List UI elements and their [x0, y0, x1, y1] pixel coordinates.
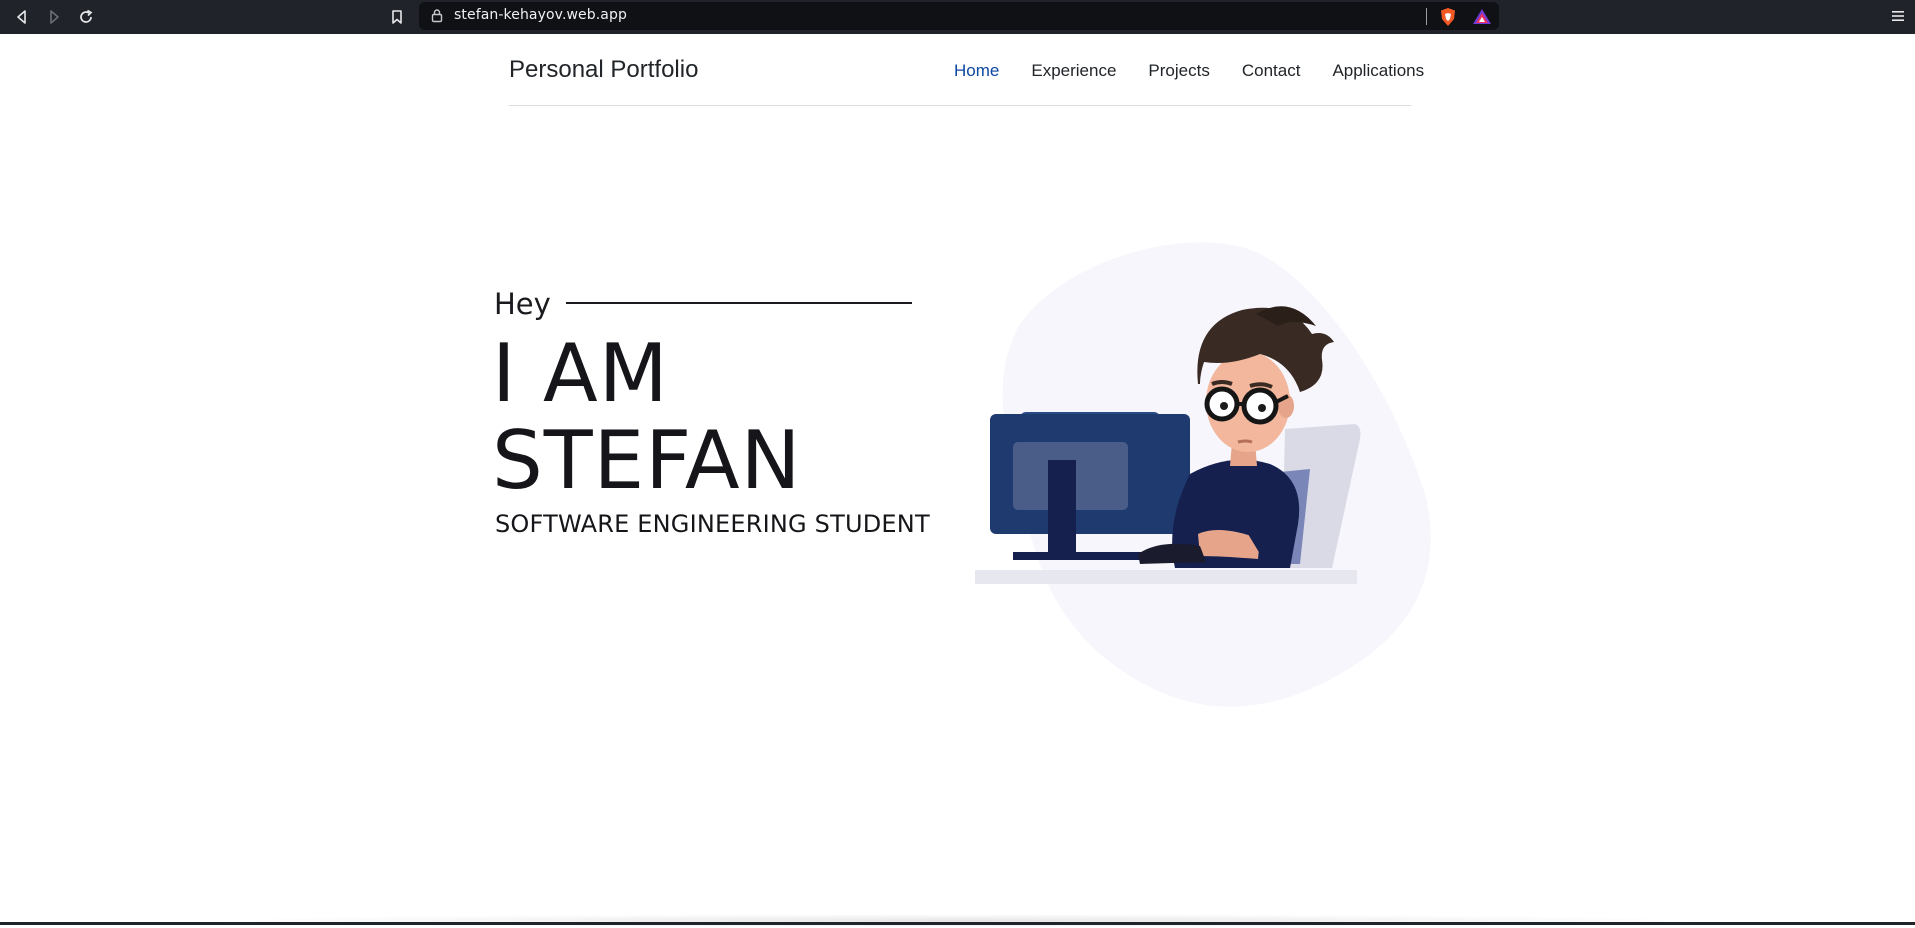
forward-icon[interactable]: [42, 5, 66, 29]
hero-greeting-line: [566, 302, 912, 304]
bookmark-icon[interactable]: [385, 5, 409, 29]
illustration-desk: [975, 570, 1357, 584]
brave-rewards-icon[interactable]: [1472, 7, 1492, 27]
main-nav: Home Experience Projects Contact Applica…: [954, 61, 1456, 81]
hero-line-1: I AM: [492, 327, 669, 420]
header-divider: [509, 105, 1411, 106]
hero-greeting: Hey: [494, 287, 551, 321]
hero-line-2: STEFAN: [492, 414, 802, 507]
reload-icon[interactable]: [74, 5, 98, 29]
hero-subtitle: SOFTWARE ENGINEERING STUDENT: [495, 510, 930, 538]
address-bar-divider: [1426, 8, 1427, 25]
nav-experience[interactable]: Experience: [1031, 61, 1116, 81]
footer-shadow: [200, 914, 1720, 928]
page: Personal Portfolio Home Experience Proje…: [0, 34, 1915, 928]
address-bar[interactable]: stefan-kehayov.web.app: [419, 2, 1499, 30]
nav-applications[interactable]: Applications: [1332, 61, 1424, 81]
developer-illustration: [975, 242, 1431, 707]
nav-home[interactable]: Home: [954, 61, 999, 81]
url-text[interactable]: stefan-kehayov.web.app: [454, 7, 627, 23]
browser-toolbar: stefan-kehayov.web.app: [0, 0, 1915, 34]
brand-title[interactable]: Personal Portfolio: [509, 56, 698, 84]
nav-contact[interactable]: Contact: [1242, 61, 1301, 81]
lock-icon: [431, 8, 443, 27]
back-icon[interactable]: [10, 5, 34, 29]
brave-shield-icon[interactable]: [1438, 7, 1458, 27]
nav-projects[interactable]: Projects: [1148, 61, 1209, 81]
menu-icon[interactable]: [1891, 8, 1905, 27]
